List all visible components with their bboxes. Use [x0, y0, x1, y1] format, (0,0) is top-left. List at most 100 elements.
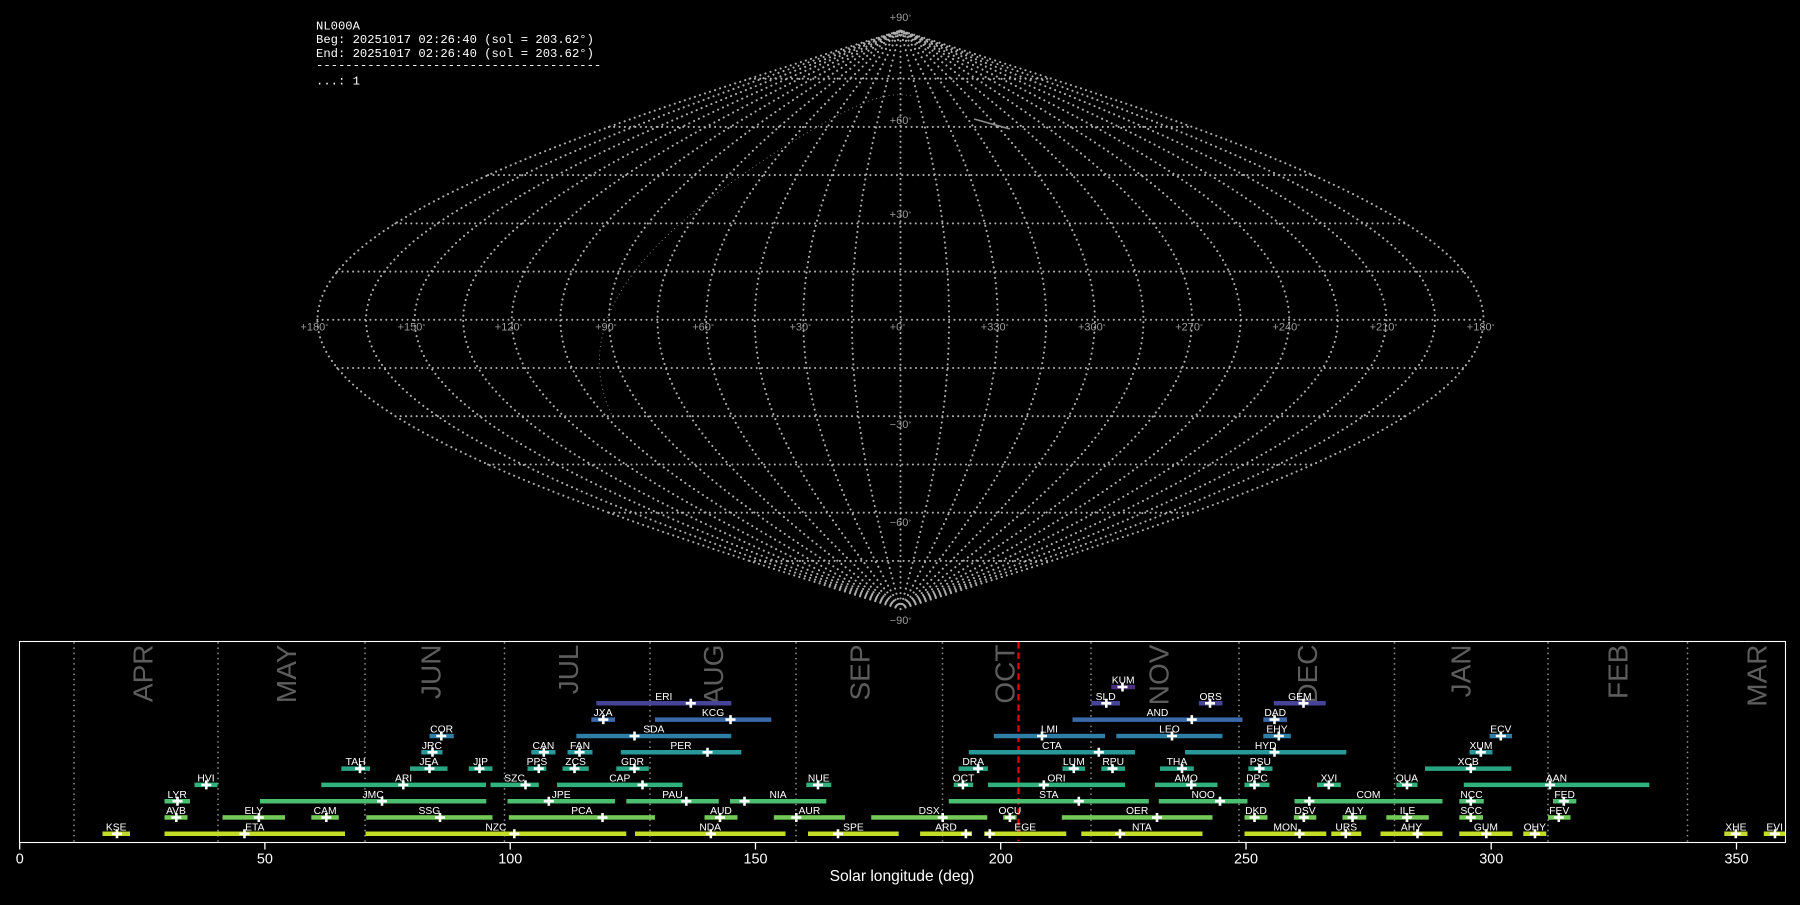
svg-text:JRC: JRC [422, 741, 443, 752]
svg-text:50: 50 [257, 852, 273, 868]
svg-text:PER: PER [670, 741, 691, 752]
svg-text:OCT: OCT [953, 774, 975, 785]
svg-text:KUM: KUM [1112, 676, 1135, 687]
svg-text:DAD: DAD [1264, 708, 1286, 719]
svg-text:PCA: PCA [571, 806, 592, 817]
svg-text:EHY: EHY [1266, 725, 1287, 736]
svg-text:APR: APR [128, 645, 159, 703]
svg-text:NZC: NZC [485, 822, 507, 833]
svg-text:−30°: −30° [890, 419, 912, 431]
svg-text:+150°: +150° [398, 322, 426, 334]
svg-text:100: 100 [498, 852, 522, 868]
svg-text:+30°: +30° [890, 209, 912, 221]
svg-text:AND: AND [1147, 708, 1169, 719]
svg-text:NCC: NCC [1460, 790, 1483, 801]
svg-text:XUM: XUM [1470, 741, 1493, 752]
svg-text:+180°: +180° [300, 322, 328, 334]
svg-text:NOV: NOV [1144, 644, 1175, 705]
svg-text:ECV: ECV [1490, 725, 1511, 736]
svg-text:EVI: EVI [1766, 822, 1783, 833]
svg-text:NL000A: NL000A [316, 20, 361, 34]
svg-text:MON: MON [1273, 822, 1297, 833]
svg-text:COR: COR [430, 725, 453, 736]
svg-text:JPE: JPE [552, 790, 571, 801]
svg-text:−90°: −90° [890, 615, 912, 627]
svg-text:+90°: +90° [890, 12, 912, 24]
svg-text:COM: COM [1356, 790, 1380, 801]
svg-text:THA: THA [1167, 757, 1188, 768]
svg-text:−60°: −60° [890, 517, 912, 529]
svg-text:HYD: HYD [1255, 741, 1277, 752]
svg-text:ERI: ERI [655, 692, 672, 703]
svg-text:LEO: LEO [1159, 725, 1180, 736]
svg-text:PAU: PAU [662, 790, 682, 801]
svg-text:GEM: GEM [1288, 692, 1311, 703]
svg-text:FEB: FEB [1603, 645, 1634, 699]
svg-text:OHY: OHY [1524, 822, 1546, 833]
svg-text:ARD: ARD [935, 822, 957, 833]
svg-text:AVB: AVB [166, 806, 186, 817]
svg-text:PPS: PPS [527, 757, 548, 768]
svg-text:OCU: OCU [998, 806, 1021, 817]
svg-text:XVI: XVI [1321, 774, 1338, 785]
svg-text:AHY: AHY [1401, 822, 1422, 833]
svg-text:CAM: CAM [314, 806, 337, 817]
svg-text:ORS: ORS [1200, 692, 1222, 703]
svg-text:JXA: JXA [594, 708, 613, 719]
svg-text:DKD: DKD [1245, 806, 1267, 817]
svg-text:ALY: ALY [1345, 806, 1364, 817]
svg-text:JIP: JIP [473, 757, 488, 768]
svg-text:KCG: KCG [702, 708, 724, 719]
svg-text:JMC: JMC [363, 790, 385, 801]
svg-text:+210°: +210° [1370, 322, 1398, 334]
svg-text:XCB: XCB [1458, 757, 1479, 768]
svg-text:+180°: +180° [1467, 322, 1495, 334]
svg-text:MAR: MAR [1742, 645, 1773, 707]
svg-text:200: 200 [989, 852, 1013, 868]
svg-text:+0°: +0° [890, 322, 906, 334]
svg-text:NUE: NUE [808, 774, 830, 785]
svg-text:SSG: SSG [419, 806, 441, 817]
svg-text:SDA: SDA [643, 725, 664, 736]
svg-text:URS: URS [1335, 822, 1357, 833]
svg-text:MAY: MAY [271, 644, 302, 703]
svg-text:LYR: LYR [168, 790, 187, 801]
svg-text:TAH: TAH [346, 757, 366, 768]
svg-text:LMI: LMI [1041, 725, 1058, 736]
svg-text:EGE: EGE [1014, 822, 1036, 833]
svg-text:+60°: +60° [890, 115, 912, 127]
svg-text:AUG: AUG [698, 645, 729, 706]
svg-text:DSV: DSV [1294, 806, 1315, 817]
svg-text:SCC: SCC [1460, 806, 1482, 817]
svg-text:HVI: HVI [197, 774, 214, 785]
svg-text:ORI: ORI [1047, 774, 1065, 785]
svg-text:AUD: AUD [710, 806, 732, 817]
svg-text:STA: STA [1039, 790, 1058, 801]
svg-text:+120°: +120° [495, 322, 523, 334]
svg-text:+240°: +240° [1272, 322, 1300, 334]
svg-text:KSE: KSE [106, 822, 127, 833]
svg-text:DPC: DPC [1246, 774, 1268, 785]
svg-text:FED: FED [1554, 790, 1575, 801]
svg-text:CAN: CAN [533, 741, 555, 752]
svg-text:...: 1: ...: 1 [316, 74, 360, 88]
svg-text:FAN: FAN [570, 741, 590, 752]
svg-text:QUA: QUA [1396, 774, 1418, 785]
svg-text:ZCS: ZCS [565, 757, 586, 768]
svg-text:JUN: JUN [416, 645, 447, 699]
svg-text:300: 300 [1479, 852, 1503, 868]
svg-text:+30°: +30° [789, 322, 811, 334]
svg-text:ELY: ELY [244, 806, 263, 817]
svg-text:OCT: OCT [989, 645, 1020, 704]
svg-text:JUL: JUL [553, 645, 584, 695]
svg-text:AUR: AUR [799, 806, 821, 817]
svg-text:AMO: AMO [1174, 774, 1197, 785]
svg-text:+270°: +270° [1175, 322, 1203, 334]
svg-text:SEP: SEP [844, 645, 875, 701]
svg-text:GUM: GUM [1474, 822, 1498, 833]
svg-text:SZC: SZC [504, 774, 525, 785]
svg-text:------------------------------: --------------------------------------- [316, 58, 601, 72]
svg-text:RPU: RPU [1102, 757, 1124, 768]
svg-text:SPE: SPE [843, 822, 864, 833]
svg-text:ETA: ETA [245, 822, 264, 833]
